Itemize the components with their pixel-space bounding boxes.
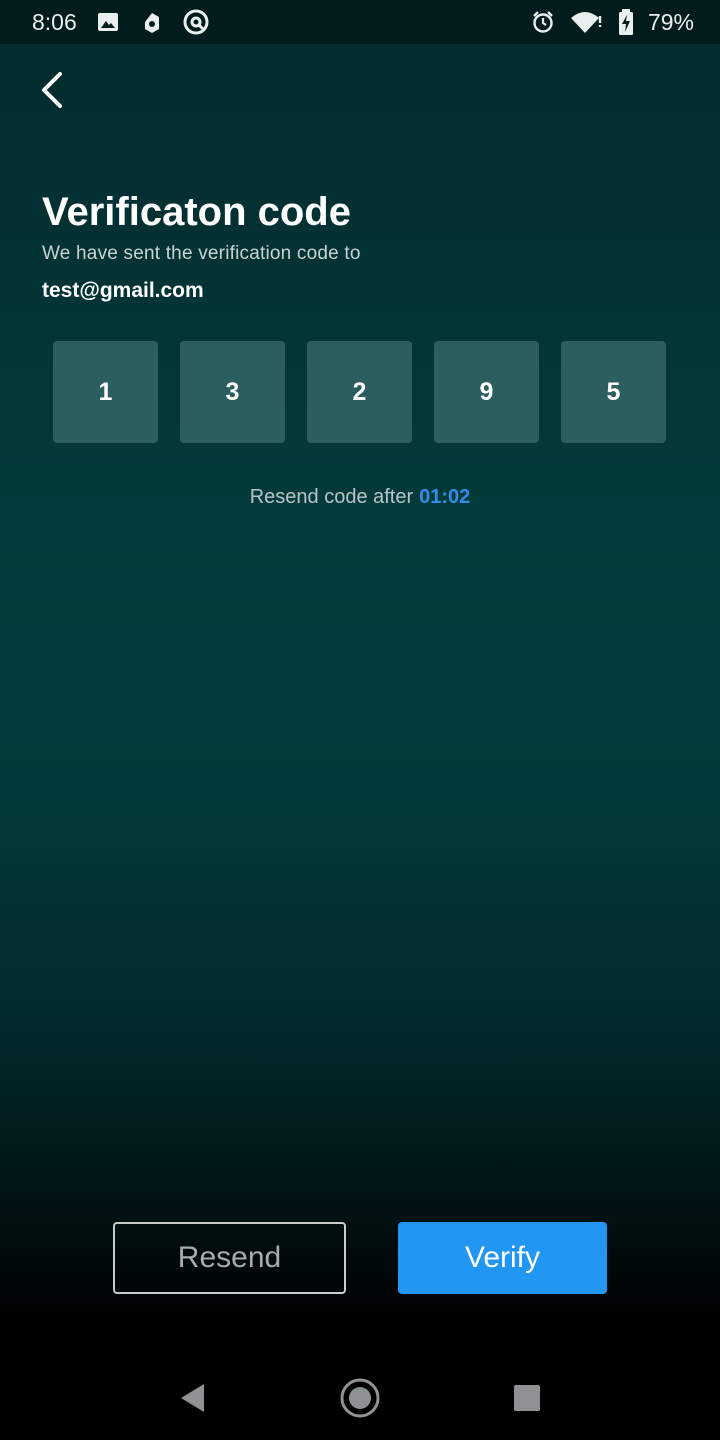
status-right: 79% xyxy=(530,9,694,36)
verify-button[interactable]: Verify xyxy=(398,1222,607,1294)
alarm-icon xyxy=(530,9,556,35)
page-title: Verificaton code xyxy=(42,190,351,234)
resend-button[interactable]: Resend xyxy=(113,1222,346,1294)
no-disturb-icon xyxy=(183,9,209,35)
status-bar: 8:06 79% xyxy=(0,0,720,44)
battery-charging-icon xyxy=(618,9,634,35)
resend-timer-text: Resend code after 01:02 xyxy=(0,486,720,509)
wifi-icon xyxy=(570,9,604,35)
system-nav-bar xyxy=(0,1355,720,1440)
image-icon xyxy=(95,9,121,35)
back-button[interactable] xyxy=(28,66,76,114)
battery-percent: 79% xyxy=(647,8,694,35)
home-circle-icon xyxy=(340,1378,380,1417)
chevron-left-icon xyxy=(42,72,62,108)
page-subtitle: We have sent the verification code to xyxy=(42,243,361,264)
nav-recents-button[interactable] xyxy=(497,1368,557,1428)
countdown-timer: 01:02 xyxy=(419,486,471,508)
nav-back-button[interactable] xyxy=(163,1368,223,1428)
code-digit-box[interactable]: 5 xyxy=(561,341,666,443)
email-address: test@gmail.com xyxy=(42,279,204,302)
code-digit-box[interactable]: 2 xyxy=(307,341,412,443)
code-digit-box[interactable]: 9 xyxy=(434,341,539,443)
status-time: 8:06 xyxy=(32,8,77,35)
music-app-icon xyxy=(139,9,165,35)
recents-square-icon xyxy=(513,1384,540,1411)
code-digit-box[interactable]: 1 xyxy=(53,341,158,443)
back-triangle-icon xyxy=(181,1383,205,1412)
code-digit-box[interactable]: 3 xyxy=(180,341,285,443)
code-input-row: 1 3 2 9 5 xyxy=(53,341,666,443)
status-left: 8:06 xyxy=(32,9,209,36)
nav-home-button[interactable] xyxy=(330,1368,390,1428)
resend-timer-label: Resend code after xyxy=(249,486,414,508)
